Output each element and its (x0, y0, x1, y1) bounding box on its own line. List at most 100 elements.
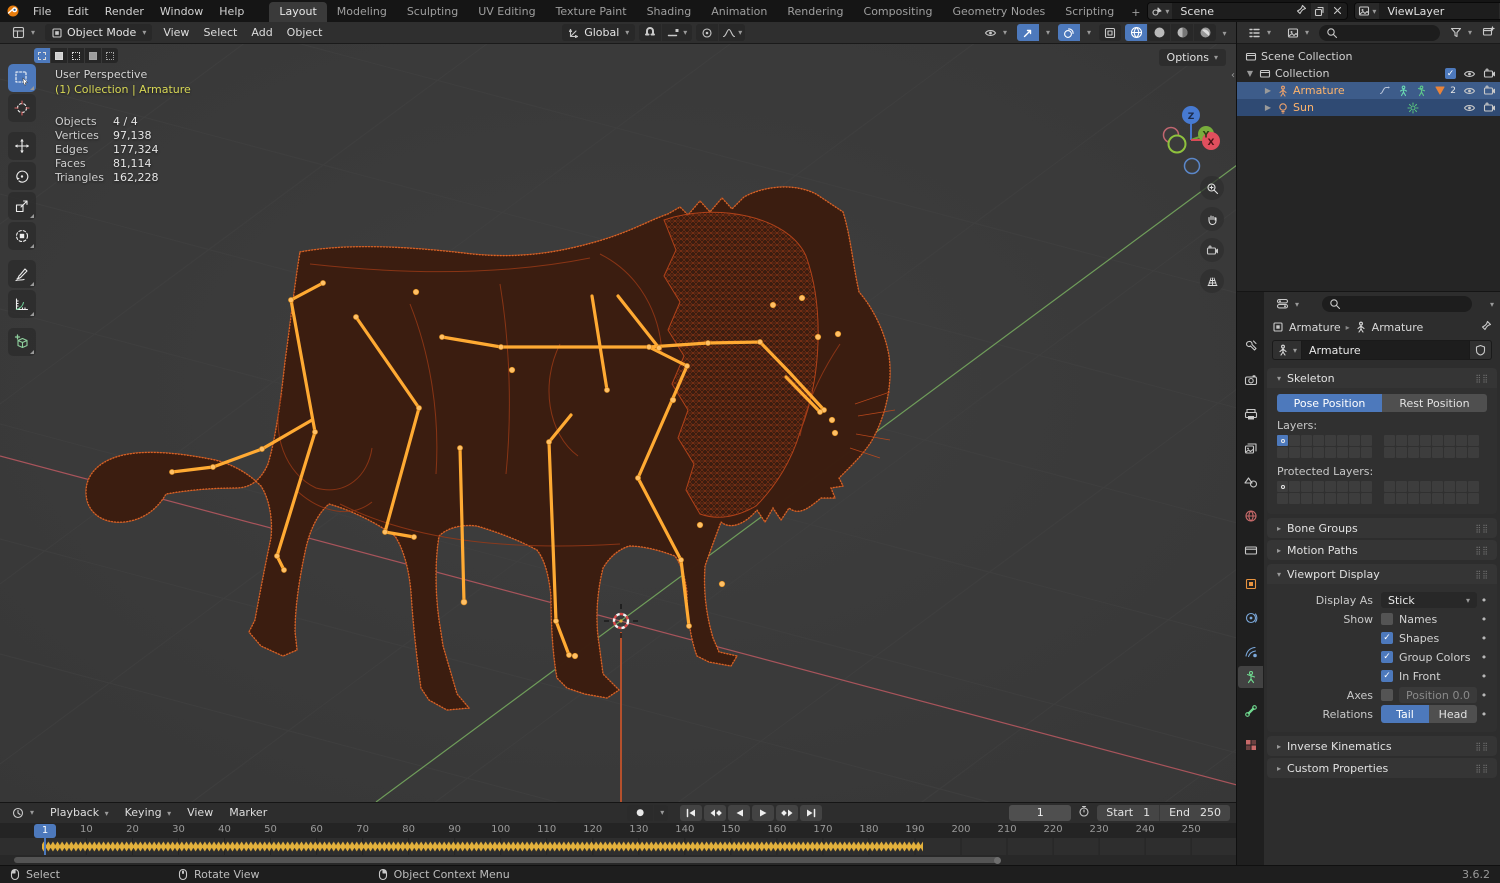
layer-cell[interactable] (1408, 435, 1419, 446)
start-frame-field[interactable]: Start 1 (1097, 805, 1159, 821)
zoom-button[interactable] (1200, 176, 1224, 200)
layer-cell[interactable] (1349, 481, 1360, 492)
layer-cell[interactable] (1313, 447, 1324, 458)
viewport-menu-object[interactable]: Object (280, 24, 330, 41)
layer-cell[interactable] (1277, 435, 1288, 446)
viewport-menu-select[interactable]: Select (196, 24, 244, 41)
properties-tab-world[interactable] (1238, 505, 1263, 527)
layer-cell[interactable] (1277, 481, 1288, 492)
layer-cell[interactable] (1468, 493, 1479, 504)
shading-material-button[interactable] (1171, 24, 1193, 41)
tool-select-box[interactable] (8, 64, 36, 92)
layer-cell[interactable] (1361, 435, 1372, 446)
play-reverse-button[interactable] (728, 804, 751, 821)
properties-tab-constraints[interactable] (1238, 607, 1263, 629)
timeline-scrollbar-bar[interactable] (14, 857, 1000, 864)
add-workspace-button[interactable]: + (1124, 3, 1147, 22)
layer-cell[interactable] (1289, 481, 1300, 492)
breadcrumb-data[interactable]: Armature (1372, 321, 1424, 334)
shading-wireframe-button[interactable] (1125, 24, 1147, 41)
tool-rotate[interactable] (8, 162, 36, 190)
properties-tab-bone[interactable] (1238, 700, 1263, 722)
menu-playback[interactable]: Playback ▾ (44, 804, 115, 821)
select-mode-invert[interactable] (85, 48, 101, 63)
layer-cell[interactable] (1420, 435, 1431, 446)
checkbox-names[interactable] (1381, 613, 1393, 625)
layer-cell[interactable] (1301, 493, 1312, 504)
proportional-edit-toggle[interactable] (696, 24, 719, 41)
properties-options-dropdown[interactable]: ▾ (1490, 300, 1494, 309)
layer-cell[interactable] (1468, 435, 1479, 446)
tool-cursor[interactable] (8, 94, 36, 122)
properties-tab-collection[interactable] (1238, 539, 1263, 561)
layer-cell[interactable] (1444, 447, 1455, 458)
armature-hide-icon[interactable] (1463, 86, 1476, 96)
workspace-tab-texture-paint[interactable]: Texture Paint (546, 2, 637, 22)
properties-tab-object-data[interactable] (1238, 666, 1263, 688)
layer-cell[interactable] (1396, 447, 1407, 458)
use-preview-range-toggle[interactable] (1075, 805, 1093, 820)
menu-marker[interactable]: Marker (223, 804, 273, 821)
layer-cell[interactable] (1277, 447, 1288, 458)
playhead-line[interactable] (44, 838, 46, 856)
layer-cell[interactable] (1396, 493, 1407, 504)
layer-cell[interactable] (1420, 447, 1431, 458)
collection-checkbox[interactable]: ✓ (1445, 68, 1456, 79)
pose-position-button[interactable]: Pose Position (1277, 394, 1382, 412)
layer-cell[interactable] (1444, 481, 1455, 492)
tool-measure[interactable] (8, 290, 36, 318)
properties-tab-scene[interactable] (1238, 471, 1263, 493)
axis-neg-y[interactable] (1167, 134, 1187, 154)
layer-cell[interactable] (1325, 493, 1336, 504)
layer-cell[interactable] (1384, 493, 1395, 504)
workspace-tab-rendering[interactable]: Rendering (777, 2, 853, 22)
layer-cell[interactable] (1361, 447, 1372, 458)
keyframes-strip[interactable] (42, 838, 923, 856)
layer-cell[interactable] (1361, 481, 1372, 492)
layer-cell[interactable] (1289, 493, 1300, 504)
armature-expand-arrow[interactable]: ▶ (1263, 86, 1273, 95)
checkbox-in-front[interactable]: ✓ (1381, 670, 1393, 682)
viewlayer-name[interactable]: ViewLayer (1379, 5, 1499, 18)
falloff-dropdown[interactable]: ▾ (719, 24, 746, 41)
shading-dropdown[interactable]: ▾ (1217, 26, 1230, 39)
panel-inverse-kinematics[interactable]: ▸ Inverse Kinematics ⣿⣿ (1267, 736, 1497, 756)
sun-render-icon[interactable] (1483, 102, 1496, 113)
layer-cell[interactable] (1289, 447, 1300, 458)
layer-cell[interactable] (1420, 481, 1431, 492)
layer-cell[interactable] (1325, 447, 1336, 458)
pin-id-button[interactable] (1481, 320, 1492, 334)
layer-cell[interactable] (1432, 435, 1443, 446)
perspective-toggle-button[interactable] (1200, 269, 1224, 293)
menu-file[interactable]: File (26, 3, 58, 20)
jump-to-end-button[interactable] (800, 804, 823, 821)
play-button[interactable] (752, 804, 775, 821)
workspace-tab-layout[interactable]: Layout (269, 2, 327, 22)
checkbox-shapes[interactable]: ✓ (1381, 632, 1393, 644)
properties-tab-texture[interactable] (1238, 734, 1263, 756)
sun-hide-icon[interactable] (1463, 103, 1476, 113)
relations-head[interactable]: Head (1429, 705, 1477, 723)
scene-browse-button[interactable]: ▾ (1148, 3, 1173, 19)
workspace-tab-compositing[interactable]: Compositing (854, 2, 943, 22)
layer-cell[interactable] (1349, 435, 1360, 446)
blender-logo-icon[interactable] (6, 4, 20, 18)
tool-annotate[interactable] (8, 260, 36, 288)
outliner-filter-button[interactable]: ▾ (1444, 24, 1478, 41)
prev-keyframe-button[interactable] (704, 804, 727, 821)
tool-scale[interactable] (8, 192, 36, 220)
layer-cell[interactable] (1456, 493, 1467, 504)
layer-cell[interactable] (1384, 435, 1395, 446)
collection-render-icon[interactable] (1483, 68, 1496, 79)
layer-cell[interactable] (1301, 481, 1312, 492)
menu-view[interactable]: View (181, 804, 219, 821)
layer-cell[interactable] (1456, 481, 1467, 492)
axis-neg-z[interactable] (1183, 157, 1201, 175)
layer-cell[interactable] (1337, 435, 1348, 446)
layer-cell[interactable] (1432, 481, 1443, 492)
outliner-row-scene-collection[interactable]: Scene Collection (1237, 48, 1500, 65)
layer-cell[interactable] (1277, 493, 1288, 504)
layer-cell[interactable] (1456, 447, 1467, 458)
menu-help[interactable]: Help (212, 3, 251, 20)
properties-editor-type-button[interactable]: ▾ (1270, 296, 1305, 313)
